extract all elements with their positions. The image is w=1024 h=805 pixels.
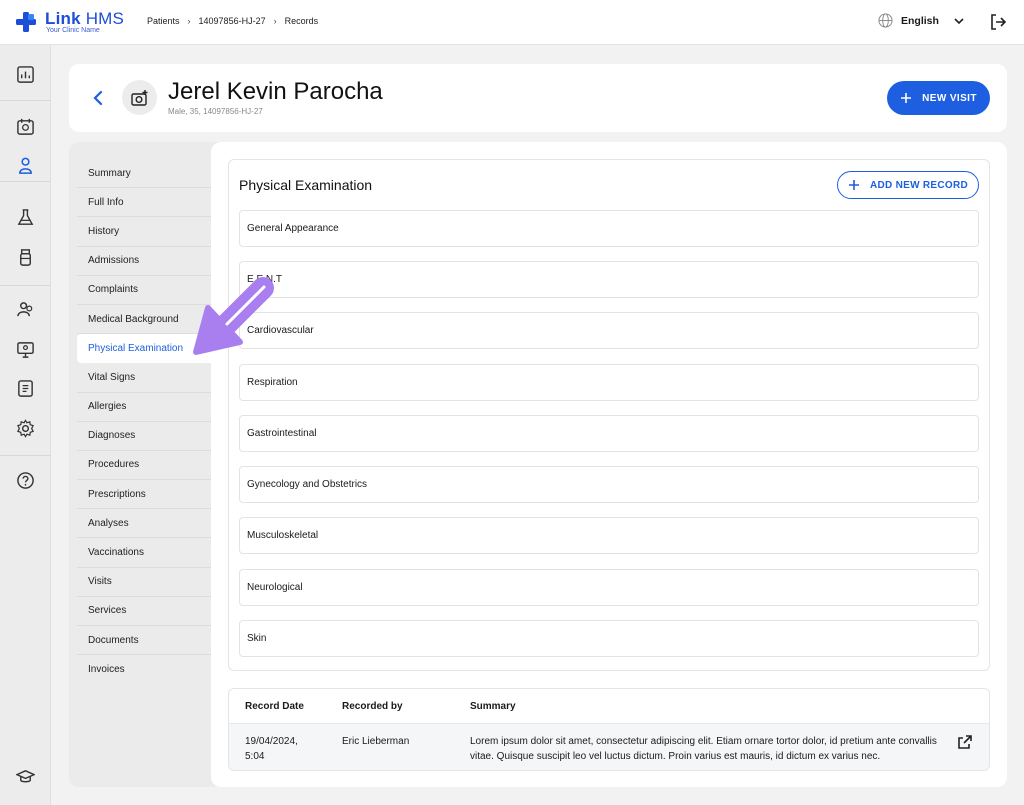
monitor-icon[interactable] — [16, 340, 35, 359]
left-nav-rail — [0, 45, 51, 805]
submenu-full-info[interactable]: Full Info — [77, 188, 211, 218]
staff-icon[interactable] — [16, 300, 35, 319]
submenu-prescriptions[interactable]: Prescriptions — [77, 480, 211, 510]
chevron-down-icon — [954, 17, 964, 24]
brand-name: Link HMS — [45, 9, 125, 28]
summary-cell: Lorem ipsum dolor sit amet, consectetur … — [470, 736, 937, 762]
exam-section-general-appearance[interactable]: General Appearance — [239, 210, 979, 247]
submenu-procedures[interactable]: Procedures — [77, 451, 211, 481]
submenu-allergies[interactable]: Allergies — [77, 393, 211, 422]
breadcrumb-patient-id[interactable]: 14097856-HJ-27 — [199, 16, 266, 26]
breadcrumb-separator: › — [273, 16, 277, 26]
language-label: English — [901, 14, 939, 27]
report-icon[interactable] — [16, 379, 35, 398]
medicine-bottle-icon[interactable] — [16, 248, 35, 267]
open-external-icon[interactable] — [957, 734, 973, 750]
breadcrumb-patients[interactable]: Patients — [147, 16, 180, 26]
annotation-arrow-icon — [193, 277, 274, 355]
exam-section-skin[interactable]: Skin — [239, 620, 979, 657]
education-cap-icon[interactable] — [16, 767, 35, 786]
clinic-name: Your Clinic Name — [46, 27, 100, 34]
add-photo-icon — [130, 89, 147, 106]
submenu-documents[interactable]: Documents — [77, 626, 211, 656]
top-bar: Link HMS Your Clinic Name Patients › 140… — [0, 0, 1024, 45]
logo-cross-icon — [16, 12, 36, 32]
plus-icon — [848, 180, 859, 190]
submenu-vaccinations[interactable]: Vaccinations — [77, 538, 211, 568]
language-selector[interactable]: English — [878, 13, 965, 28]
calendar-icon[interactable] — [16, 117, 35, 136]
dashboard-icon[interactable] — [16, 65, 35, 84]
patient-icon[interactable] — [16, 156, 35, 175]
patient-header-card: Jerel Kevin Parocha Male, 35, 14097856-H… — [69, 64, 1007, 132]
logout-icon[interactable] — [989, 13, 1007, 31]
column-header-record-date: Record Date — [245, 701, 304, 712]
globe-icon — [878, 13, 893, 28]
submenu-diagnoses[interactable]: Diagnoses — [77, 422, 211, 451]
section-title: Physical Examination — [239, 177, 373, 193]
record-date: 19/04/2024, — [245, 736, 298, 747]
column-header-recorded-by: Recorded by — [342, 701, 403, 712]
help-icon[interactable] — [16, 471, 35, 490]
breadcrumb-separator: › — [187, 16, 191, 26]
breadcrumb-records: Records — [284, 16, 319, 26]
submenu-invoices[interactable]: Invoices — [77, 655, 211, 684]
submenu-services[interactable]: Services — [77, 597, 211, 626]
exam-section-neurological[interactable]: Neurological — [239, 569, 979, 606]
rail-divider — [0, 181, 51, 182]
new-visit-label: NEW VISIT — [922, 92, 977, 104]
add-new-record-button[interactable]: ADD NEW RECORD — [837, 171, 979, 199]
exam-section-musculoskeletal[interactable]: Musculoskeletal — [239, 517, 979, 554]
patient-name: Jerel Kevin Parocha — [168, 78, 383, 105]
record-date-cell: 19/04/2024, 5:04 — [245, 734, 325, 764]
submenu-visits[interactable]: Visits — [77, 568, 211, 597]
rail-divider — [0, 285, 51, 286]
breadcrumb: Patients › 14097856-HJ-27 › Records — [147, 16, 318, 26]
records-submenu: Summary Full Info History Admissions Com… — [77, 159, 211, 684]
submenu-analyses[interactable]: Analyses — [77, 509, 211, 539]
table-row[interactable]: 19/04/2024, 5:04 Eric Lieberman Lorem ip… — [229, 723, 989, 770]
rail-divider — [0, 100, 51, 101]
rail-divider — [0, 455, 51, 456]
exam-section-gastrointestinal[interactable]: Gastrointestinal — [239, 415, 979, 452]
plus-icon — [901, 93, 912, 103]
record-time: 5:04 — [245, 751, 265, 762]
back-arrow-icon[interactable] — [89, 88, 107, 108]
patient-details: Male, 35, 14097856-HJ-27 — [168, 107, 263, 116]
records-table: Record Date Recorded by Summary 19/04/20… — [228, 688, 990, 771]
submenu-vital-signs[interactable]: Vital Signs — [77, 363, 211, 393]
recorded-by-cell: Eric Lieberman — [342, 736, 410, 747]
column-header-summary: Summary — [470, 701, 516, 712]
exam-section-eent[interactable]: E.E.N.T — [239, 261, 979, 298]
app-logo[interactable]: Link HMS Your Clinic Name — [16, 9, 126, 37]
submenu-history[interactable]: History — [77, 217, 211, 247]
add-new-record-label: ADD NEW RECORD — [869, 179, 969, 191]
lab-flask-icon[interactable] — [16, 208, 35, 227]
avatar[interactable] — [122, 80, 157, 115]
submenu-summary[interactable]: Summary — [77, 159, 211, 189]
exam-section-respiration[interactable]: Respiration — [239, 364, 979, 401]
settings-gear-icon[interactable] — [16, 419, 35, 438]
new-visit-button[interactable]: NEW VISIT — [887, 81, 990, 115]
exam-section-gynecology-obstetrics[interactable]: Gynecology and Obstetrics — [239, 466, 979, 503]
exam-section-cardiovascular[interactable]: Cardiovascular — [239, 312, 979, 349]
